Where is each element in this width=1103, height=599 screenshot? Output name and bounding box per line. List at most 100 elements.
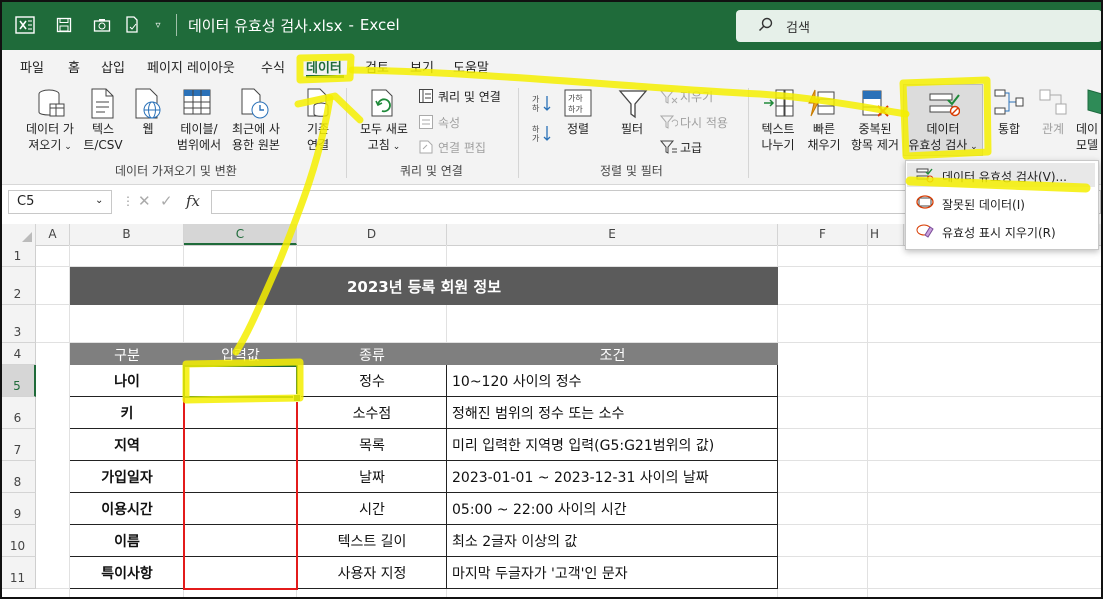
table-border [70, 460, 778, 461]
existing-connections-icon[interactable] [306, 88, 332, 123]
table-range-button[interactable]: 테이블/ 범위에서 [172, 121, 226, 153]
row-condition-region: 미리 입력한 지역명 입력(G5:G21범위의 값) [452, 438, 715, 454]
table-border [777, 365, 778, 589]
reapply-button: 다시 적용 [680, 116, 728, 130]
clear-filter-icon [659, 89, 678, 108]
refresh-all-button[interactable]: 모두 새로 고침 ⌄ [354, 121, 414, 155]
header-category: 구분 [114, 348, 140, 364]
queries-icon[interactable] [418, 88, 434, 107]
excel-logo-icon [12, 14, 38, 36]
advanced-button[interactable]: 고급 [680, 140, 702, 156]
data-model-button[interactable]: 데이 모델 [1076, 121, 1103, 153]
file-title: 데이터 유효성 검사.xlsx [188, 16, 343, 35]
database-icon[interactable] [36, 88, 66, 123]
tab-home[interactable]: 홈 [68, 57, 80, 76]
data-model-icon[interactable] [1084, 88, 1103, 121]
recent-label-2: 용한 원본 [232, 138, 280, 152]
active-cell-c5[interactable] [183, 365, 298, 398]
text-to-columns-button[interactable]: 텍스트 나누기 [758, 121, 798, 153]
menu-clear-validation-circles[interactable]: 유효성 표시 지우기(R) [942, 224, 1056, 241]
gridline [778, 556, 1103, 557]
svg-text:하: 하 [532, 103, 540, 112]
column-header-d[interactable]: D [297, 224, 447, 245]
table-icon[interactable] [182, 88, 212, 123]
filter-icon[interactable] [618, 88, 648, 123]
menu-data-validation[interactable]: 데이터 유효성 검사(V)... [942, 168, 1067, 185]
sort-icon[interactable]: 가하 하가 [563, 88, 593, 121]
consolidate-button[interactable]: 통합 [994, 121, 1024, 137]
flash-fill-button[interactable]: 빠른 채우기 [804, 121, 844, 153]
column-header-f[interactable]: F [778, 224, 868, 245]
tab-data[interactable]: 데이터 [306, 57, 342, 76]
advanced-filter-icon[interactable] [659, 139, 678, 158]
get-data-button[interactable]: 데이터 가 져오기 ⌄ [22, 121, 78, 155]
existing-connections-button[interactable]: 기존 연결 [298, 121, 338, 153]
camera-icon[interactable] [90, 14, 114, 36]
web-button[interactable]: 웹 [136, 121, 160, 137]
text-to-columns-icon[interactable] [762, 88, 794, 123]
filter-button[interactable]: 필터 [616, 121, 648, 137]
row-header-4[interactable]: 4 [0, 343, 36, 365]
remove-duplicates-icon[interactable] [860, 88, 890, 123]
data-model-label-2: 모델 [1076, 138, 1099, 152]
recent-label-1: 최근에 사 [232, 122, 280, 136]
sort-button[interactable]: 정렬 [562, 121, 594, 137]
web-icon[interactable] [134, 88, 164, 123]
tab-page-layout[interactable]: 페이지 레이아웃 [147, 57, 235, 76]
column-header-b[interactable]: B [70, 224, 184, 245]
row-header-9[interactable]: 9 [0, 493, 36, 525]
consolidate-icon[interactable] [994, 88, 1024, 121]
data-validation-button[interactable]: 데이터 유효성 검사 ⌄ [904, 121, 982, 155]
tab-help[interactable]: 도움말 [453, 57, 489, 76]
column-header-e[interactable]: E [447, 224, 778, 245]
clear-circles-icon [916, 222, 934, 241]
text-file-icon[interactable] [90, 88, 116, 123]
menu-circle-invalid-data[interactable]: 잘못된 데이터(I) [942, 196, 1025, 213]
gridline [867, 245, 868, 599]
row-header-5[interactable]: 5 [0, 365, 36, 397]
tab-review[interactable]: 검토 [365, 57, 389, 76]
search-box[interactable]: 검색 [736, 10, 1102, 42]
enter-check-icon: ✓ [160, 192, 173, 210]
fill-handle[interactable] [293, 394, 301, 402]
svg-text:하: 하 [532, 124, 540, 134]
tab-file[interactable]: 파일 [20, 57, 44, 76]
remove-duplicates-button[interactable]: 중복된 항목 제거 [844, 121, 906, 153]
input-range-c5-c11[interactable] [183, 365, 298, 590]
gridline [778, 428, 1103, 429]
refresh-all-icon[interactable] [368, 88, 400, 123]
recent-sources-button[interactable]: 최근에 사 용한 원본 [226, 121, 286, 153]
flash-fill-icon[interactable] [806, 88, 836, 123]
recent-sources-icon[interactable] [240, 88, 270, 123]
tab-view[interactable]: 보기 [410, 57, 434, 76]
row-header-1[interactable]: 1 [0, 245, 36, 267]
name-box[interactable]: C5 ⌄ [8, 190, 112, 214]
queries-connections-button[interactable]: 쿼리 및 연결 [438, 89, 501, 105]
sort-ascending-icon[interactable]: 가하 [532, 94, 554, 115]
text-csv-button[interactable]: 텍스 트/CSV [80, 121, 126, 153]
text-csv-label-1: 텍스 [91, 122, 115, 136]
row-header-3[interactable]: 3 [0, 305, 36, 343]
sort-descending-icon[interactable]: 하가 [532, 124, 554, 145]
select-all-corner[interactable] [0, 224, 36, 245]
chevron-down-icon[interactable]: ⌄ [95, 195, 103, 206]
column-header-c[interactable]: C [184, 224, 297, 245]
row-header-2[interactable]: 2 [0, 267, 36, 305]
tab-formulas[interactable]: 수식 [261, 57, 285, 76]
quick-access-dropdown-icon[interactable]: ▿ [150, 14, 166, 36]
row-header-10[interactable]: 10 [0, 525, 36, 557]
insert-function-icon[interactable]: fx [186, 192, 200, 210]
row-header-8[interactable]: 8 [0, 461, 36, 493]
row-header-7[interactable]: 7 [0, 429, 36, 461]
data-validation-icon[interactable] [928, 90, 961, 121]
tab-insert[interactable]: 삽입 [101, 57, 125, 76]
search-icon [758, 17, 774, 37]
row-header-11[interactable]: 11 [0, 557, 36, 589]
row-header-6[interactable]: 6 [0, 397, 36, 429]
edit-links-icon [418, 139, 434, 158]
column-header-a[interactable]: A [36, 224, 70, 245]
column-header-h[interactable]: H [868, 224, 904, 245]
save-icon[interactable] [52, 14, 76, 36]
document-check-icon[interactable] [120, 14, 144, 36]
more-options-icon: ⋮ [122, 194, 134, 208]
